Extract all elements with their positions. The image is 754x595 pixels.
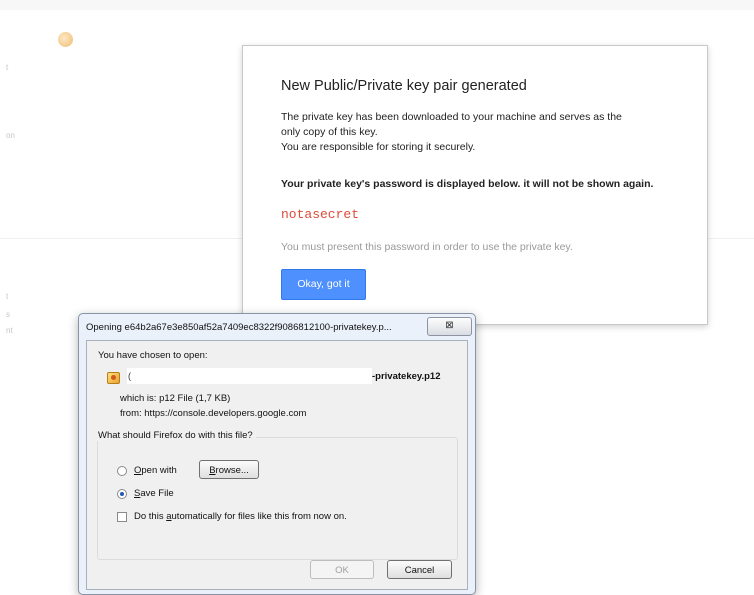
password-note: You must present this password in order … <box>281 241 573 253</box>
action-question: What should Firefox do with this file? <box>97 430 256 441</box>
dialog-content: You have chosen to open: ( -privatekey.p… <box>86 340 468 590</box>
body-line: only copy of this key. <box>281 126 378 138</box>
background-text-fragment: on <box>6 131 15 140</box>
close-button[interactable]: ⊠ <box>427 317 472 336</box>
file-source-info: from: https://console.developers.google.… <box>120 408 307 419</box>
file-type-info: which is: p12 File (1,7 KB) <box>120 393 231 404</box>
open-with-label[interactable]: Open with <box>134 465 177 476</box>
body-line: The private key has been downloaded to y… <box>281 111 622 123</box>
open-with-radio[interactable] <box>117 466 127 476</box>
avatar[interactable] <box>58 32 73 47</box>
background-text-fragment: s <box>6 310 10 319</box>
top-bar <box>0 0 754 10</box>
dialog-title: New Public/Private key pair generated <box>281 78 527 94</box>
file-name-prefix: ( <box>128 371 131 381</box>
chosen-to-open-label: You have chosen to open: <box>98 350 208 361</box>
dialog-body: The private key has been downloaded to y… <box>281 110 681 155</box>
auto-action-checkbox[interactable] <box>117 512 127 522</box>
save-file-label[interactable]: Save File <box>134 488 174 499</box>
okay-got-it-button[interactable]: Okay, got it <box>281 269 366 300</box>
background-text-fragment: t <box>6 63 9 72</box>
browse-button[interactable]: Browse... <box>199 460 259 479</box>
file-type-icon <box>107 372 120 384</box>
body-line: You are responsible for storing it secur… <box>281 141 476 153</box>
file-name-redacted <box>127 368 372 384</box>
password-warning: Your private key's password is displayed… <box>281 178 654 190</box>
save-file-radio[interactable] <box>117 489 127 499</box>
close-icon: ⊠ <box>445 320 454 331</box>
firefox-download-dialog: Opening e64b2a67e3e850af52a7409ec8322f90… <box>78 313 476 595</box>
key-generated-dialog: New Public/Private key pair generated Th… <box>242 45 708 325</box>
background-text-fragment: t <box>6 292 9 301</box>
dialog-titlebar[interactable]: Opening e64b2a67e3e850af52a7409ec8322f90… <box>79 314 475 338</box>
background-text-fragment: nt <box>6 326 13 335</box>
cancel-button[interactable]: Cancel <box>387 560 452 579</box>
file-name: -privatekey.p12 <box>372 371 441 382</box>
dialog-title: Opening e64b2a67e3e850af52a7409ec8322f90… <box>86 322 392 333</box>
private-key-password: notasecret <box>281 207 360 222</box>
ok-button[interactable]: OK <box>310 560 374 579</box>
auto-action-label[interactable]: Do this automatically for files like thi… <box>134 511 347 522</box>
